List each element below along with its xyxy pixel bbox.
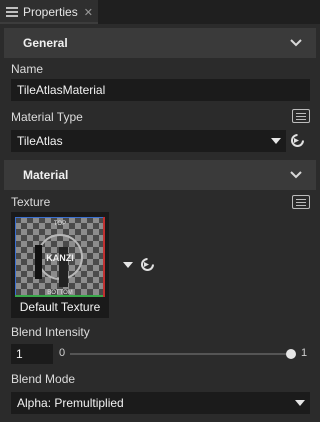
tab-bar: Properties ✕ xyxy=(0,0,320,24)
texture-picker[interactable]: KANZI TOP BOTTOM Default Texture xyxy=(11,212,109,318)
material-type-label: Material Type xyxy=(11,110,83,124)
tab-underline xyxy=(0,22,98,24)
tab-properties[interactable]: Properties ✕ xyxy=(0,0,98,24)
blend-mode-value: Alpha: Premultiplied xyxy=(17,396,124,410)
texture-dropdown-arrow-icon[interactable] xyxy=(123,262,133,268)
blend-mode-dropdown[interactable]: Alpha: Premultiplied xyxy=(11,392,310,414)
texture-logo-text: KANZI xyxy=(46,253,74,263)
section-general-header[interactable]: General xyxy=(4,28,316,58)
material-type-dropdown[interactable]: TileAtlas xyxy=(11,130,286,152)
blend-intensity-slider-track[interactable] xyxy=(70,353,292,355)
texture-value: Default Texture xyxy=(19,300,101,314)
chevron-down-icon[interactable] xyxy=(290,169,302,181)
name-input[interactable]: TileAtlasMaterial xyxy=(11,79,310,101)
slider-min-label: 0 xyxy=(59,347,66,359)
section-title-general: General xyxy=(23,36,68,50)
section-material-header[interactable]: Material xyxy=(4,160,316,190)
texture-resource-browser-button[interactable] xyxy=(292,195,310,209)
chevron-down-icon[interactable] xyxy=(290,37,302,49)
name-value: TileAtlasMaterial xyxy=(17,83,106,97)
tab-title: Properties xyxy=(23,5,78,19)
blend-intensity-input[interactable]: 1 xyxy=(11,344,53,364)
texture-thumbnail: KANZI TOP BOTTOM xyxy=(15,217,105,297)
close-icon[interactable]: ✕ xyxy=(84,6,93,19)
name-label: Name xyxy=(11,62,44,76)
blend-mode-label: Blend Mode xyxy=(11,372,76,386)
dropdown-arrow-icon xyxy=(271,138,281,144)
go-to-resource-icon[interactable] xyxy=(140,257,155,272)
dropdown-arrow-icon xyxy=(295,400,305,406)
texture-label: Texture xyxy=(11,195,51,209)
blend-intensity-slider-thumb[interactable] xyxy=(286,349,296,359)
resource-browser-button[interactable] xyxy=(292,109,310,123)
section-title-material: Material xyxy=(23,168,69,182)
slider-max-label: 1 xyxy=(301,347,308,359)
go-to-resource-icon[interactable] xyxy=(290,133,305,148)
list-icon xyxy=(6,6,18,18)
material-type-value: TileAtlas xyxy=(17,134,63,148)
texture-preview-image: KANZI TOP BOTTOM xyxy=(15,217,105,297)
texture-bottom-text: BOTTOM xyxy=(47,290,73,296)
texture-top-text: TOP xyxy=(54,221,66,227)
blend-intensity-label: Blend Intensity xyxy=(11,325,90,339)
